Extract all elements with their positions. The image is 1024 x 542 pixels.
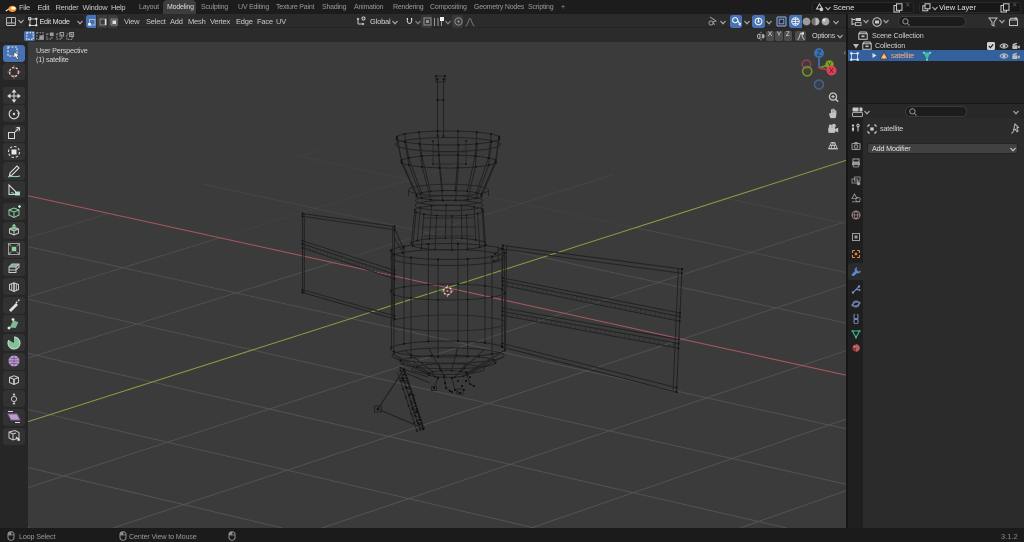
svg-text:X: X [829,68,834,75]
svg-text:Z: Z [817,50,822,57]
